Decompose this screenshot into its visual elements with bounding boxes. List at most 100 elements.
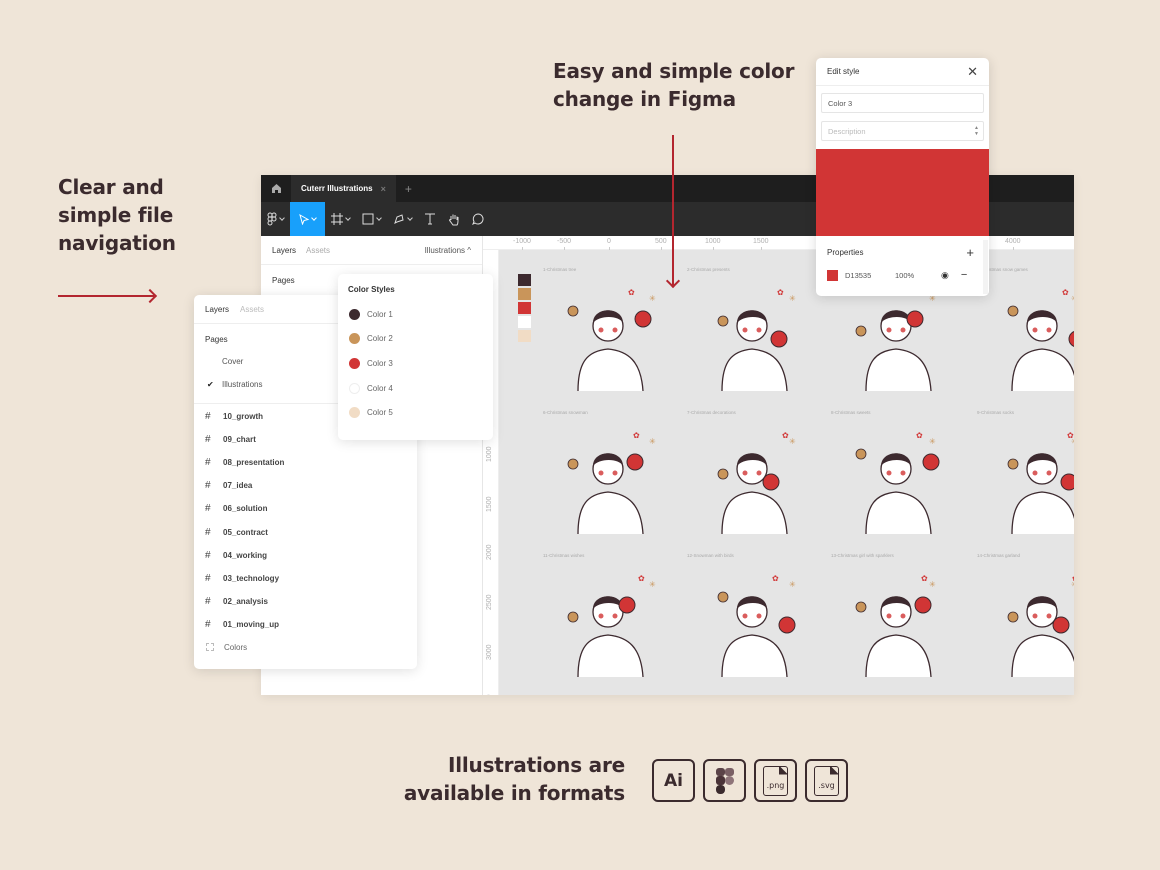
color-style-label: Color 2 <box>367 334 393 344</box>
ruler-tick: 0 <box>607 238 611 250</box>
layer-item-04_working[interactable]: #04_working <box>194 544 417 567</box>
color-style-item[interactable]: Color 4 <box>338 376 493 401</box>
layer-label: Colors <box>224 642 248 652</box>
edit-style-popup: Edit style ✕ Color 3 Description ▲ ▼ Prop… <box>816 58 989 296</box>
canvas[interactable]: 1-Christmas tree ✳ ✿ 2-Christmas presents ✳ ✿… <box>499 250 1074 695</box>
color-style-item[interactable]: Color 2 <box>338 327 493 352</box>
illustration-frame[interactable]: ✳✿ <box>987 281 1074 391</box>
color-styles-popup: Color Styles Color 1 Color 2 Color 3 Color … <box>338 274 493 440</box>
layer-item-colors[interactable]: Colors <box>194 636 417 659</box>
illustration-frame[interactable]: ✳✿ <box>841 567 961 677</box>
svg-text:✳: ✳ <box>789 294 796 303</box>
illustration-frame[interactable]: ✳✿ <box>553 567 673 677</box>
fill-color-swatch[interactable] <box>827 269 838 281</box>
add-property-icon[interactable]: + <box>966 245 974 260</box>
rectangle-icon <box>362 213 374 225</box>
color-style-item[interactable]: Color 5 <box>338 400 493 425</box>
format-icons: Ai .png .svg <box>652 759 848 802</box>
svg-text:✿: ✿ <box>921 574 928 583</box>
hand-tool-button[interactable] <box>442 202 466 236</box>
svg-text:✿: ✿ <box>1062 288 1069 297</box>
frame-label[interactable]: 11-Christmas wishes <box>543 553 584 558</box>
frame-icon: # <box>205 572 211 584</box>
frame-icon: # <box>205 411 211 423</box>
frame-label[interactable]: 1-Christmas tree <box>543 267 576 272</box>
close-icon[interactable]: ✕ <box>967 64 978 80</box>
comment-tool-button[interactable] <box>466 202 490 236</box>
layer-item-02_analysis[interactable]: #02_analysis <box>194 590 417 613</box>
style-description-input[interactable]: Description ▲ ▼ <box>821 121 984 141</box>
page-selector[interactable]: Illustrations ^ <box>425 246 471 255</box>
figma-menu-button[interactable] <box>261 202 290 236</box>
frame-icon: # <box>205 526 211 538</box>
frame-icon: # <box>205 480 211 492</box>
svg-text:✿: ✿ <box>782 431 789 440</box>
tab-close-icon[interactable]: × <box>381 184 386 194</box>
illustration-frame[interactable]: ✳✿ <box>987 424 1074 534</box>
frame-label[interactable]: 14-Christmas garland <box>977 553 1020 558</box>
frame-label[interactable]: 8-Christmas sweets <box>831 410 871 415</box>
resize-stepper-icon[interactable]: ▲ ▼ <box>974 125 979 137</box>
frame-label[interactable]: 12-Snowman with birds <box>687 553 734 558</box>
frame-icon <box>331 213 343 225</box>
tab-assets[interactable]: Assets <box>306 246 330 255</box>
text-tool-button[interactable] <box>418 202 442 236</box>
illustration-frame[interactable]: ✳✿ <box>697 424 817 534</box>
frame-icon: # <box>205 549 211 561</box>
frame-tool-button[interactable] <box>325 202 356 236</box>
format-figma-icon <box>703 759 746 802</box>
layer-item-05_contract[interactable]: #05_contract <box>194 520 417 543</box>
layer-item-03_technology[interactable]: #03_technology <box>194 567 417 590</box>
scrollbar[interactable] <box>983 240 988 294</box>
edit-style-title: Edit style <box>827 67 860 76</box>
svg-text:✿: ✿ <box>777 288 784 297</box>
eye-icon[interactable]: ◉ <box>941 270 949 281</box>
fill-opacity-value[interactable]: 100% <box>895 271 935 280</box>
svg-text:✿: ✿ <box>1072 574 1074 583</box>
headline-color-change: Easy and simple color change in Figma <box>553 59 795 111</box>
new-tab-icon[interactable]: + <box>405 182 412 196</box>
shape-tool-button[interactable] <box>356 202 387 236</box>
frame-label[interactable]: 2-Christmas presents <box>687 267 730 272</box>
file-icon: .png <box>763 765 788 796</box>
color-dot-icon <box>349 357 360 369</box>
illustration-frame[interactable]: ✳✿ <box>841 424 961 534</box>
canvas-swatch <box>518 316 531 328</box>
illustration-frame[interactable]: ✳✿ <box>553 424 673 534</box>
remove-property-icon[interactable]: − <box>961 269 967 281</box>
frame-label[interactable]: 13-Christmas girl with sparklers <box>831 553 894 558</box>
frame-label[interactable]: 9-Christmas socks <box>977 410 1014 415</box>
color-style-item[interactable]: Color 3 <box>338 351 493 376</box>
fill-hex-value[interactable]: D13535 <box>845 271 895 280</box>
svg-text:✿: ✿ <box>1067 431 1074 440</box>
pen-tool-button[interactable] <box>387 202 418 236</box>
headline-file-navigation: Clear and simple file navigation <box>58 175 176 255</box>
layer-item-01_moving_up[interactable]: #01_moving_up <box>194 613 417 636</box>
frame-label[interactable]: 7-Christmas decorations <box>687 410 736 415</box>
illustration-frame[interactable]: ✳✿ <box>841 281 961 391</box>
illustration-frame[interactable]: ✳✿ <box>553 281 673 391</box>
format-ai-icon: Ai <box>652 759 695 802</box>
tab-layers[interactable]: Layers <box>272 246 296 255</box>
svg-text:✳: ✳ <box>649 580 656 589</box>
svg-text:✿: ✿ <box>772 574 779 583</box>
svg-text:✳: ✳ <box>1071 294 1074 303</box>
home-icon[interactable] <box>261 175 291 202</box>
svg-text:✿: ✿ <box>916 431 923 440</box>
canvas-color-swatches <box>518 274 531 344</box>
frame-label[interactable]: 6-Christmas snowman <box>543 410 588 415</box>
illustration-frame[interactable]: ✳✿ <box>697 567 817 677</box>
style-name-input[interactable]: Color 3 <box>821 93 984 113</box>
color-style-item[interactable]: Color 1 <box>338 302 493 327</box>
canvas-swatch <box>518 302 531 314</box>
popup-tab-assets[interactable]: Assets <box>240 305 264 314</box>
illustration-frame[interactable]: ✳✿ <box>697 281 817 391</box>
layer-item-08_presentation[interactable]: #08_presentation <box>194 451 417 474</box>
illustration-frame[interactable]: ✳✿ <box>987 567 1074 677</box>
ruler-tick: 500 <box>655 238 667 250</box>
layer-item-06_solution[interactable]: #06_solution <box>194 497 417 520</box>
file-tab[interactable]: Cuterr Illustrations × <box>291 175 396 202</box>
move-tool-button[interactable] <box>290 202 325 236</box>
layer-item-07_idea[interactable]: #07_idea <box>194 474 417 497</box>
popup-tab-layers[interactable]: Layers <box>205 305 229 314</box>
